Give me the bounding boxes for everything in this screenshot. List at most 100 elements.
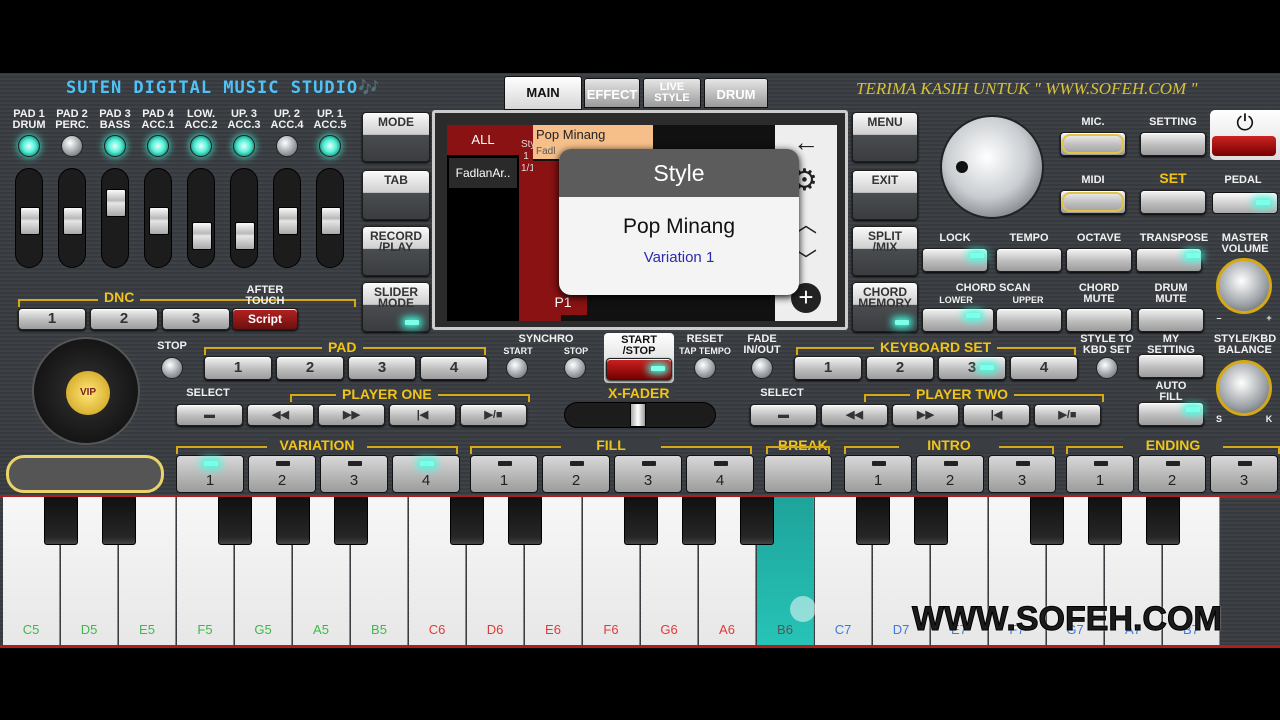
piano-black-key[interactable] [44, 497, 78, 545]
right-panel-button-5[interactable] [996, 248, 1062, 272]
bank-item[interactable]: FadlanAr.. [449, 158, 517, 188]
piano-black-key[interactable] [508, 497, 542, 545]
volume-fader[interactable] [101, 168, 129, 268]
volume-fader[interactable] [15, 168, 43, 268]
fade-knob[interactable] [751, 357, 773, 379]
fader-cap[interactable] [106, 189, 126, 217]
player-one-button-3[interactable]: |◀ [389, 404, 456, 426]
ending-button-2[interactable]: 2 [1138, 455, 1206, 493]
fader-cap[interactable] [192, 222, 212, 250]
intro-button-3[interactable]: 3 [988, 455, 1056, 493]
left-button-0[interactable]: MODE [362, 112, 430, 162]
pad-button-1[interactable]: 1 [204, 356, 272, 380]
fader-cap[interactable] [235, 222, 255, 250]
kbd-set-button-3[interactable]: 3 [938, 356, 1006, 380]
right-panel-button-1[interactable] [1140, 132, 1206, 156]
pad-knob[interactable] [276, 135, 298, 157]
kbd-set-button-2[interactable]: 2 [866, 356, 934, 380]
piano-black-key[interactable] [1030, 497, 1064, 545]
fader-cap[interactable] [20, 207, 40, 235]
player-two-button-3[interactable]: |◀ [963, 404, 1030, 426]
volume-fader[interactable] [144, 168, 172, 268]
fill-button-4[interactable]: 4 [686, 455, 754, 493]
style-to-kbd-knob[interactable] [1096, 357, 1118, 379]
player-one-button-0[interactable]: ▬ [176, 404, 243, 426]
piano-black-key[interactable] [102, 497, 136, 545]
dnc-button-2[interactable]: 2 [90, 308, 158, 330]
pad-knob[interactable] [18, 135, 40, 157]
player-two-button-1[interactable]: ◀◀ [821, 404, 888, 426]
reset-knob[interactable] [694, 357, 716, 379]
right-panel-button-7[interactable] [1136, 248, 1202, 272]
player-one-button-1[interactable]: ◀◀ [247, 404, 314, 426]
variation-button-3[interactable]: 3 [320, 455, 388, 493]
pad-knob[interactable] [147, 135, 169, 157]
intro-button-1[interactable]: 1 [844, 455, 912, 493]
intro-button-2[interactable]: 2 [916, 455, 984, 493]
right-panel-button-4[interactable] [922, 248, 988, 272]
pad-knob[interactable] [319, 135, 341, 157]
synchro-stop-knob[interactable] [564, 357, 586, 379]
piano-black-key[interactable] [682, 497, 716, 545]
right-panel-button-3[interactable] [1140, 190, 1206, 214]
fader-cap[interactable] [63, 207, 83, 235]
kbd-set-button-1[interactable]: 1 [794, 356, 862, 380]
fill-button-3[interactable]: 3 [614, 455, 682, 493]
piano-black-key[interactable] [450, 497, 484, 545]
piano-black-key[interactable] [624, 497, 658, 545]
break-button[interactable] [764, 455, 832, 493]
tab-effect[interactable]: EFFECT [584, 78, 640, 108]
pad-button-3[interactable]: 3 [348, 356, 416, 380]
volume-fader[interactable] [316, 168, 344, 268]
right-panel-button-6[interactable] [1066, 248, 1132, 272]
volume-fader[interactable] [187, 168, 215, 268]
dnc-button-3[interactable]: 3 [162, 308, 230, 330]
right-panel-button-13[interactable] [1138, 402, 1204, 426]
right-button-2[interactable]: SPLIT /MIX [852, 226, 918, 276]
right-panel-button-9[interactable] [996, 308, 1062, 332]
fader-cap[interactable] [321, 207, 341, 235]
piano-black-key[interactable] [1146, 497, 1180, 545]
left-button-2[interactable]: RECORD /PLAY [362, 226, 430, 276]
pad-stop-knob[interactable] [161, 357, 183, 379]
left-button-3[interactable]: SLIDER MODE [362, 282, 430, 332]
ending-button-3[interactable]: 3 [1210, 455, 1278, 493]
piano-black-key[interactable] [1088, 497, 1122, 545]
pad-knob[interactable] [104, 135, 126, 157]
category-all[interactable]: ALL [447, 125, 519, 155]
player-two-button-2[interactable]: ▶▶ [892, 404, 959, 426]
right-panel-button-12[interactable] [1138, 354, 1204, 378]
tab-main[interactable]: MAIN [504, 76, 582, 110]
power-icon[interactable]: ⏻ [1210, 110, 1280, 160]
player-two-button-4[interactable]: ▶/■ [1034, 404, 1101, 426]
variation-button-1[interactable]: 1 [176, 455, 244, 493]
left-button-1[interactable]: TAB [362, 170, 430, 220]
piano-black-key[interactable] [334, 497, 368, 545]
player-two-button-0[interactable]: ▬ [750, 404, 817, 426]
piano-black-key[interactable] [856, 497, 890, 545]
script-button[interactable]: Script [232, 308, 298, 330]
piano-black-key[interactable] [218, 497, 252, 545]
tab-drum[interactable]: DRUM [704, 78, 768, 108]
right-panel-button-8[interactable] [922, 308, 994, 332]
variation-button-4[interactable]: 4 [392, 455, 460, 493]
vip-jog-wheel[interactable]: VIP [32, 337, 140, 445]
piano-black-key[interactable] [740, 497, 774, 545]
pad-knob[interactable] [61, 135, 83, 157]
kbd-set-button-4[interactable]: 4 [1010, 356, 1078, 380]
pad-knob[interactable] [190, 135, 212, 157]
pad-knob[interactable] [233, 135, 255, 157]
right-button-1[interactable]: EXIT [852, 170, 918, 220]
fader-cap[interactable] [278, 207, 298, 235]
right-panel-button-10[interactable] [1066, 308, 1132, 332]
dnc-button-1[interactable]: 1 [18, 308, 86, 330]
fader-cap[interactable] [149, 207, 169, 235]
right-panel-button-11[interactable] [1138, 308, 1204, 332]
right-button-0[interactable]: MENU [852, 112, 918, 162]
fill-button-1[interactable]: 1 [470, 455, 538, 493]
volume-fader[interactable] [230, 168, 258, 268]
variation-button-2[interactable]: 2 [248, 455, 316, 493]
fill-button-2[interactable]: 2 [542, 455, 610, 493]
pad-button-2[interactable]: 2 [276, 356, 344, 380]
tab-live-style[interactable]: LIVE STYLE [643, 78, 701, 108]
